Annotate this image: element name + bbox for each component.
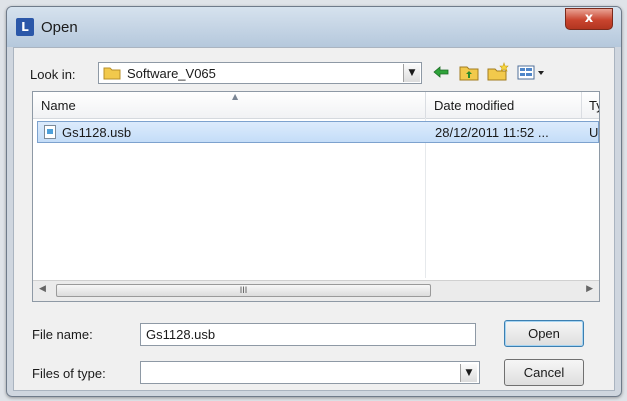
dialog-body: Look in: Software_V065 ▼ Name ▲ Date mod…: [13, 47, 615, 391]
chevron-down-icon[interactable]: ▼: [460, 364, 477, 382]
file-type-cell: U:: [589, 125, 599, 140]
file-name-input[interactable]: Gs1128.usb: [140, 323, 476, 346]
list-header: Name ▲ Date modified Ty: [33, 92, 599, 119]
scroll-left-icon[interactable]: ◀: [39, 284, 46, 294]
file-row[interactable]: Gs1128.usb 28/12/2011 11:52 ... U:: [37, 121, 599, 143]
look-in-label: Look in:: [30, 67, 76, 82]
title-bar[interactable]: L Open x: [7, 7, 621, 47]
column-type[interactable]: Ty: [589, 98, 599, 113]
sort-arrow-icon: ▲: [232, 92, 239, 101]
look-in-value: Software_V065: [127, 66, 216, 81]
cancel-button[interactable]: Cancel: [504, 359, 584, 386]
dialog-title: Open: [41, 19, 78, 36]
folder-icon: [103, 67, 121, 80]
app-icon: L: [16, 18, 34, 36]
column-name[interactable]: Name: [41, 98, 76, 113]
view-menu-icon[interactable]: [516, 62, 548, 82]
file-date-cell: 28/12/2011 11:52 ...: [435, 125, 549, 140]
column-divider[interactable]: [581, 92, 582, 118]
back-arrow-icon[interactable]: [432, 62, 450, 82]
file-name-label: File name:: [32, 327, 93, 342]
file-list[interactable]: Name ▲ Date modified Ty Gs1128.usb 28/12…: [32, 91, 600, 302]
column-divider[interactable]: [425, 92, 426, 118]
open-dialog: L Open x Look in: Software_V065 ▼ Name ▲…: [6, 6, 622, 397]
new-folder-icon[interactable]: [486, 62, 510, 82]
open-button[interactable]: Open: [504, 320, 584, 347]
scroll-thumb[interactable]: III: [56, 284, 431, 297]
files-of-type-dropdown[interactable]: ▼: [140, 361, 480, 384]
files-of-type-label: Files of type:: [32, 366, 106, 381]
look-in-dropdown[interactable]: Software_V065 ▼: [98, 62, 422, 84]
up-folder-icon[interactable]: [458, 62, 480, 82]
chevron-down-icon[interactable]: ▼: [403, 64, 420, 82]
horizontal-scrollbar[interactable]: ◀ III ▶: [33, 280, 599, 301]
scroll-right-icon[interactable]: ▶: [586, 284, 593, 294]
close-button[interactable]: x: [565, 8, 613, 30]
column-date-modified[interactable]: Date modified: [434, 98, 514, 113]
file-name-cell: Gs1128.usb: [62, 125, 132, 140]
file-icon: [44, 125, 56, 139]
